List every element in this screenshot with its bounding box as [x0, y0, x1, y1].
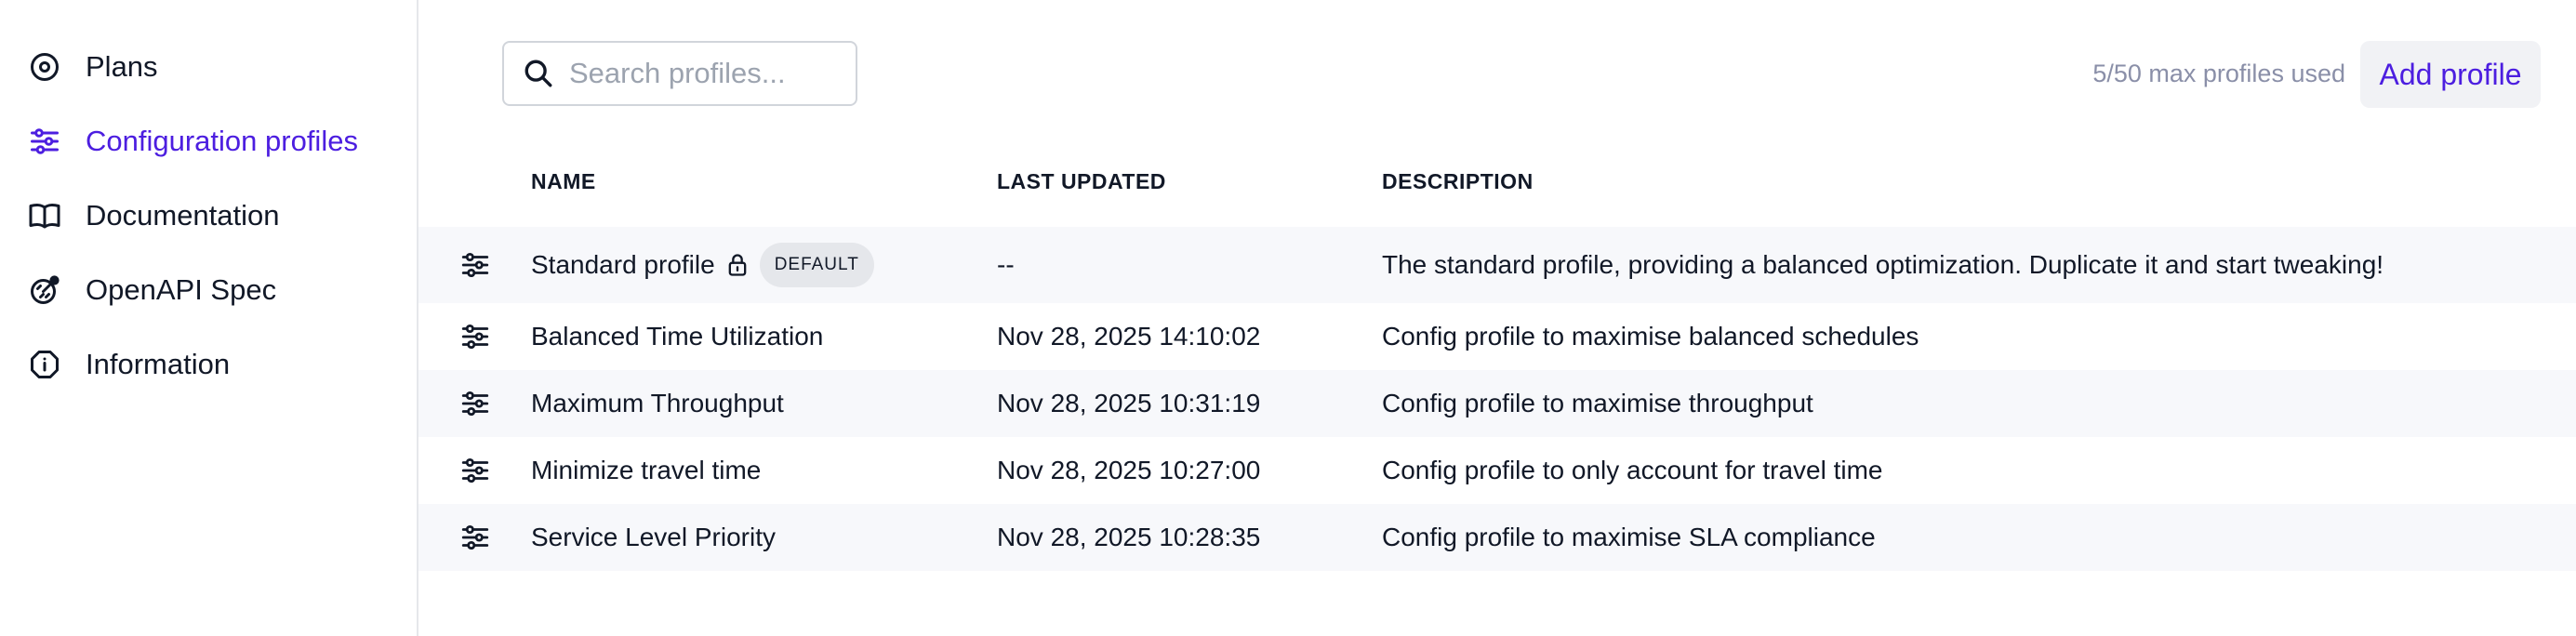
profile-last-updated: Nov 28, 2025 14:10:02 — [997, 322, 1261, 351]
profile-icon-cell — [418, 388, 531, 419]
profile-icon-cell — [418, 249, 531, 281]
table-row[interactable]: Balanced Time Utilization Nov 28, 2025 1… — [418, 303, 2576, 370]
profile-last-updated: Nov 28, 2025 10:27:00 — [997, 456, 1261, 484]
sidebar-item-label: Information — [86, 348, 231, 380]
profile-last-updated: -- — [997, 250, 1015, 279]
profile-description: Config profile to maximise balanced sche… — [1382, 322, 1919, 351]
api-icon — [28, 273, 61, 307]
lock-icon — [728, 254, 747, 276]
profile-name: Standard profile — [531, 250, 715, 279]
sidebar-item-label: Configuration profiles — [86, 125, 358, 157]
profile-name: Balanced Time Utilization — [531, 322, 824, 351]
default-badge: DEFAULT — [759, 243, 874, 287]
profile-quota-text: 5/50 max profiles used — [2092, 60, 2345, 87]
toolbar: 5/50 max profiles used Add profile — [418, 0, 2576, 149]
profile-icon-cell — [418, 522, 531, 553]
profile-name: Maximum Throughput — [531, 389, 784, 417]
table-row[interactable]: Minimize travel time Nov 28, 2025 10:27:… — [418, 437, 2576, 504]
profile-name-cell: Standard profile DEFAULT — [531, 243, 997, 287]
sidebar-item-configuration-profiles[interactable]: Configuration profiles — [0, 104, 417, 179]
sidebar-item-label: Documentation — [86, 199, 280, 232]
profile-icon-cell — [418, 455, 531, 486]
table-row[interactable]: Service Level Priority Nov 28, 2025 10:2… — [418, 504, 2576, 571]
info-icon — [28, 348, 61, 381]
column-header-last-updated: LAST UPDATED — [997, 168, 1166, 193]
sidebar: Plans Configuration profiles Documentati… — [0, 0, 418, 636]
sidebar-item-plans[interactable]: Plans — [0, 30, 417, 104]
table-row[interactable]: Standard profile DEFAULT -- The standard… — [418, 227, 2576, 303]
table-row[interactable]: Maximum Throughput Nov 28, 2025 10:31:19… — [418, 370, 2576, 437]
sliders-icon — [461, 457, 488, 484]
profile-description: Config profile to maximise throughput — [1382, 389, 1813, 417]
column-header-name: NAME — [531, 168, 596, 193]
sidebar-item-information[interactable]: Information — [0, 327, 417, 402]
profile-description: Config profile to only account for trave… — [1382, 456, 1883, 484]
sliders-icon — [461, 252, 488, 278]
sidebar-item-label: OpenAPI Spec — [86, 273, 277, 306]
profile-last-updated: Nov 28, 2025 10:31:19 — [997, 389, 1261, 417]
book-icon — [28, 199, 61, 232]
column-header-description: DESCRIPTION — [1382, 168, 1534, 193]
table-header: NAME LAST UPDATED DESCRIPTION — [418, 149, 2576, 214]
search-input[interactable] — [567, 56, 850, 91]
sidebar-item-documentation[interactable]: Documentation — [0, 179, 417, 253]
app-root: Plans Configuration profiles Documentati… — [0, 0, 2576, 636]
profile-name: Service Level Priority — [531, 523, 776, 551]
sliders-icon — [461, 524, 488, 550]
sliders-icon — [461, 324, 488, 350]
add-profile-button[interactable]: Add profile — [2360, 41, 2541, 108]
profiles-table: NAME LAST UPDATED DESCRIPTION Standard p… — [418, 149, 2576, 571]
sidebar-item-openapi-spec[interactable]: OpenAPI Spec — [0, 253, 417, 327]
profile-name: Minimize travel time — [531, 456, 762, 484]
profile-icon-cell — [418, 321, 531, 352]
sliders-icon — [28, 125, 61, 158]
target-icon — [28, 50, 61, 84]
search-box[interactable] — [502, 41, 857, 106]
profile-last-updated: Nov 28, 2025 10:28:35 — [997, 523, 1261, 551]
search-icon — [524, 60, 552, 87]
sliders-icon — [461, 391, 488, 417]
main-content: 5/50 max profiles used Add profile NAME … — [418, 0, 2576, 636]
profile-description: Config profile to maximise SLA complianc… — [1382, 523, 1876, 551]
sidebar-item-label: Plans — [86, 50, 158, 83]
profile-description: The standard profile, providing a balanc… — [1382, 250, 2384, 279]
